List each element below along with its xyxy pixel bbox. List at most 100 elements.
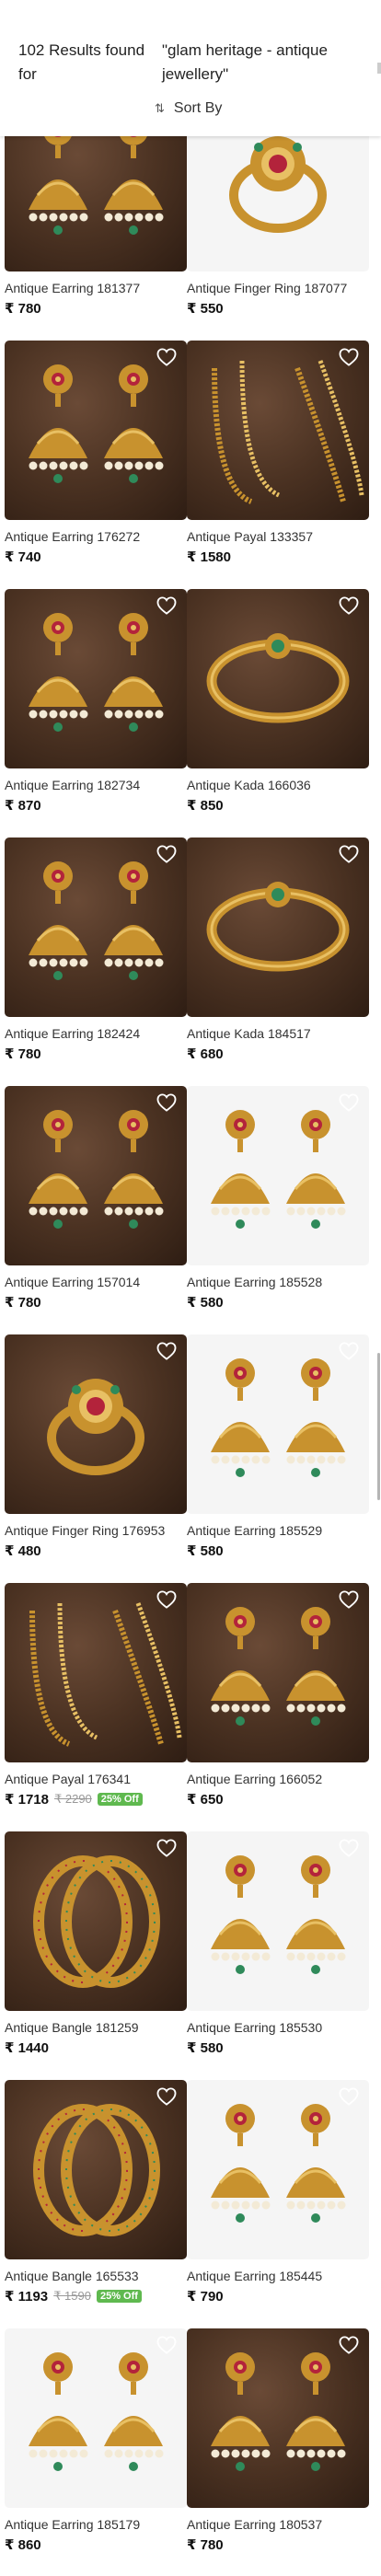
product-price: ₹ 650 bbox=[187, 1792, 224, 1808]
product-card[interactable]: Antique Earring 157014 ₹ 780 bbox=[5, 1086, 187, 1311]
wishlist-heart-icon[interactable] bbox=[156, 2336, 179, 2358]
product-image[interactable] bbox=[5, 837, 187, 1017]
wishlist-heart-icon[interactable] bbox=[339, 1839, 361, 1861]
product-card[interactable]: Antique Bangle 165533 ₹ 1193 ₹ 1590 25% Off bbox=[5, 2080, 187, 2305]
product-card[interactable]: Antique Earring 182424 ₹ 780 bbox=[5, 837, 187, 1062]
wishlist-heart-icon[interactable] bbox=[339, 1590, 361, 1612]
product-card[interactable]: Antique Earring 166052 ₹ 650 bbox=[187, 1583, 369, 1808]
wishlist-heart-icon[interactable] bbox=[339, 348, 361, 370]
product-name[interactable]: Antique Earring 176272 bbox=[5, 528, 187, 545]
price-row: ₹ 550 bbox=[187, 300, 369, 317]
wishlist-heart-icon[interactable] bbox=[156, 348, 179, 370]
product-price: ₹ 780 bbox=[5, 301, 41, 317]
product-name[interactable]: Antique Kada 166036 bbox=[187, 777, 369, 793]
price-row: ₹ 870 bbox=[5, 797, 187, 814]
product-price: ₹ 580 bbox=[187, 1295, 224, 1311]
results-header: 102 Results found for "glam heritage - a… bbox=[0, 0, 381, 136]
price-row: ₹ 740 bbox=[5, 549, 187, 565]
price-row: ₹ 580 bbox=[187, 1294, 369, 1311]
product-card[interactable]: Antique Payal 176341 ₹ 1718 ₹ 2290 25% Off bbox=[5, 1583, 187, 1808]
product-name[interactable]: Antique Finger Ring 176953 bbox=[5, 1522, 187, 1539]
product-card[interactable]: Antique Bangle 181259 ₹ 1440 bbox=[5, 1831, 187, 2056]
product-name[interactable]: Antique Earring 185445 bbox=[187, 2268, 369, 2284]
sort-icon: ⇅ bbox=[155, 101, 165, 115]
product-card[interactable]: Antique Earring 182734 ₹ 870 bbox=[5, 589, 187, 814]
wishlist-heart-icon[interactable] bbox=[156, 596, 179, 618]
wishlist-heart-icon[interactable] bbox=[339, 845, 361, 867]
price-row: ₹ 860 bbox=[5, 2536, 187, 2553]
product-image[interactable] bbox=[187, 2328, 369, 2508]
product-image[interactable] bbox=[5, 2080, 187, 2259]
wishlist-heart-icon[interactable] bbox=[156, 2087, 179, 2109]
product-price: ₹ 870 bbox=[5, 798, 41, 814]
product-name[interactable]: Antique Earring 182734 bbox=[5, 777, 187, 793]
product-name[interactable]: Antique Earring 166052 bbox=[187, 1771, 369, 1787]
product-image[interactable] bbox=[187, 2080, 369, 2259]
product-image[interactable] bbox=[5, 1334, 187, 1514]
product-name[interactable]: Antique Earring 182424 bbox=[5, 1025, 187, 1042]
product-card[interactable]: Antique Kada 184517 ₹ 680 bbox=[187, 837, 369, 1062]
product-image[interactable] bbox=[5, 1583, 187, 1762]
wishlist-heart-icon[interactable] bbox=[156, 1093, 179, 1115]
product-name[interactable]: Antique Bangle 165533 bbox=[5, 2268, 187, 2284]
product-name[interactable]: Antique Earring 185530 bbox=[187, 2019, 369, 2036]
results-count: 102 Results found for bbox=[18, 41, 145, 83]
product-card[interactable]: Antique Earring 185528 ₹ 580 bbox=[187, 1086, 369, 1311]
wishlist-heart-icon[interactable] bbox=[339, 2087, 361, 2109]
wishlist-heart-icon[interactable] bbox=[339, 1342, 361, 1364]
product-image[interactable] bbox=[5, 589, 187, 768]
product-image[interactable] bbox=[187, 1831, 369, 2011]
product-name[interactable]: Antique Earring 180537 bbox=[187, 2516, 369, 2533]
original-price: ₹ 2290 bbox=[53, 1792, 92, 1806]
product-card[interactable]: Antique Kada 166036 ₹ 850 bbox=[187, 589, 369, 814]
product-card[interactable]: Antique Finger Ring 176953 ₹ 480 bbox=[5, 1334, 187, 1559]
product-card[interactable]: Antique Earring 180537 ₹ 780 bbox=[187, 2328, 369, 2553]
product-name[interactable]: Antique Earring 185179 bbox=[5, 2516, 187, 2533]
product-name[interactable]: Antique Earring 181377 bbox=[5, 280, 187, 296]
product-image[interactable] bbox=[187, 1334, 369, 1514]
product-name[interactable]: Antique Payal 133357 bbox=[187, 528, 369, 545]
product-card[interactable]: Antique Earring 185179 ₹ 860 bbox=[5, 2328, 187, 2553]
sort-button[interactable]: ⇅ Sort By bbox=[155, 96, 222, 121]
product-name[interactable]: Antique Finger Ring 187077 bbox=[187, 280, 369, 296]
wishlist-heart-icon[interactable] bbox=[339, 1093, 361, 1115]
product-price: ₹ 1440 bbox=[5, 2040, 49, 2056]
product-price: ₹ 790 bbox=[187, 2289, 224, 2305]
price-row: ₹ 1440 bbox=[5, 2039, 187, 2056]
product-name[interactable]: Antique Earring 157014 bbox=[5, 1274, 187, 1290]
product-card[interactable]: Antique Earring 176272 ₹ 740 bbox=[5, 341, 187, 565]
price-row: ₹ 780 bbox=[5, 300, 187, 317]
product-image[interactable] bbox=[5, 1831, 187, 2011]
product-image[interactable] bbox=[187, 589, 369, 768]
wishlist-heart-icon[interactable] bbox=[156, 1342, 179, 1364]
wishlist-heart-icon[interactable] bbox=[339, 2336, 361, 2358]
wishlist-heart-icon[interactable] bbox=[156, 1839, 179, 1861]
product-price: ₹ 780 bbox=[5, 1046, 41, 1062]
product-name[interactable]: Antique Bangle 181259 bbox=[5, 2019, 187, 2036]
price-row: ₹ 850 bbox=[187, 797, 369, 814]
product-image[interactable] bbox=[187, 1583, 369, 1762]
product-image[interactable] bbox=[5, 1086, 187, 1265]
product-name[interactable]: Antique Earring 185529 bbox=[187, 1522, 369, 1539]
wishlist-heart-icon[interactable] bbox=[156, 845, 179, 867]
product-image[interactable] bbox=[5, 2328, 187, 2508]
product-price: ₹ 780 bbox=[187, 2537, 224, 2553]
product-card[interactable]: Antique Earring 185529 ₹ 580 bbox=[187, 1334, 369, 1559]
product-image[interactable] bbox=[5, 341, 187, 520]
product-card[interactable]: Antique Earring 185530 ₹ 580 bbox=[187, 1831, 369, 2056]
page-scrollbar[interactable] bbox=[377, 1353, 380, 1500]
product-card[interactable]: Antique Payal 133357 ₹ 1580 bbox=[187, 341, 369, 565]
product-image[interactable] bbox=[187, 341, 369, 520]
price-row: ₹ 790 bbox=[187, 2288, 369, 2305]
wishlist-heart-icon[interactable] bbox=[156, 1590, 179, 1612]
wishlist-heart-icon[interactable] bbox=[339, 596, 361, 618]
product-card[interactable]: Antique Earring 185445 ₹ 790 bbox=[187, 2080, 369, 2305]
sort-label: Sort By bbox=[173, 100, 223, 116]
product-image[interactable] bbox=[187, 1086, 369, 1265]
product-name[interactable]: Antique Earring 185528 bbox=[187, 1274, 369, 1290]
product-name[interactable]: Antique Payal 176341 bbox=[5, 1771, 187, 1787]
product-price: ₹ 740 bbox=[5, 549, 41, 565]
discount-badge: 25% Off bbox=[96, 2290, 142, 2303]
product-name[interactable]: Antique Kada 184517 bbox=[187, 1025, 369, 1042]
product-image[interactable] bbox=[187, 837, 369, 1017]
